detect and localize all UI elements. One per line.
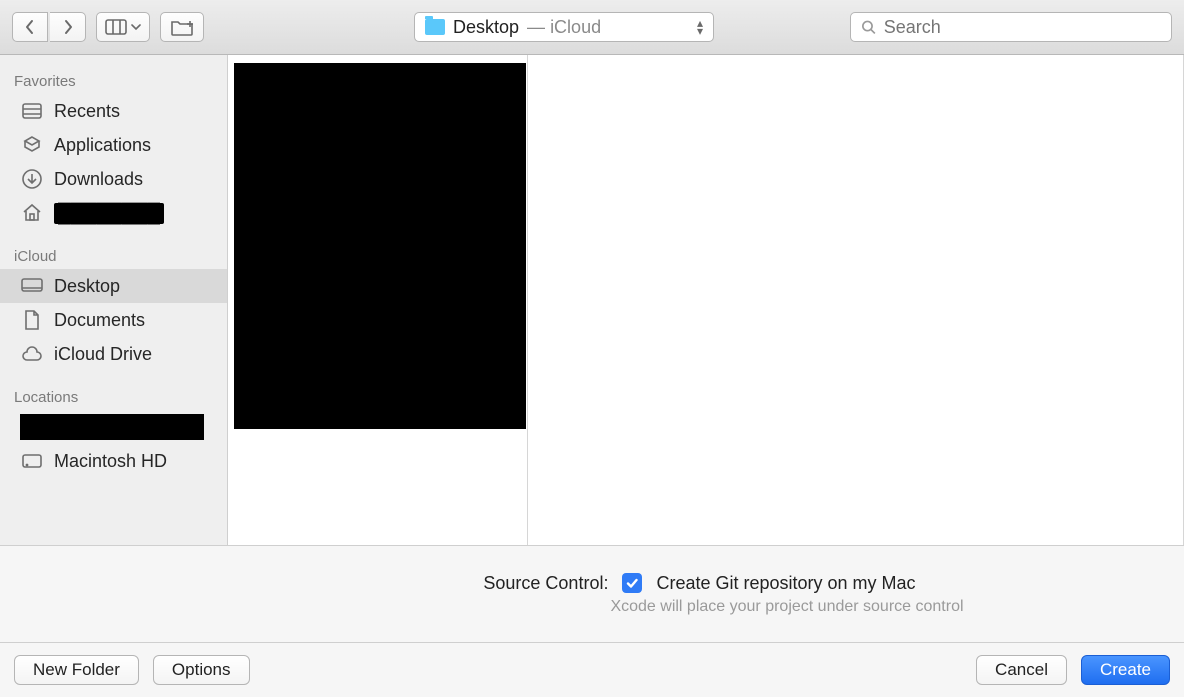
sidebar-item-macintosh-hd[interactable]: Macintosh HD xyxy=(0,444,227,478)
browser-column-2[interactable] xyxy=(528,55,1184,545)
columns-icon xyxy=(105,19,127,35)
applications-icon xyxy=(20,134,44,156)
cloud-icon xyxy=(20,343,44,365)
sidebar-item-label: Macintosh HD xyxy=(54,451,167,472)
body: Favorites Recents Applications Downloads… xyxy=(0,55,1184,545)
sidebar: Favorites Recents Applications Downloads… xyxy=(0,55,228,545)
sidebar-item-home[interactable]: ████████ xyxy=(0,196,227,230)
sidebar-item-desktop[interactable]: Desktop xyxy=(0,269,227,303)
document-icon xyxy=(20,309,44,331)
options-panel: Source Control: Create Git repository on… xyxy=(0,545,1184,642)
hdd-icon xyxy=(20,450,44,472)
desktop-icon xyxy=(20,275,44,297)
sidebar-item-label: Applications xyxy=(54,135,151,156)
folder-icon xyxy=(425,19,445,35)
git-subtext: Xcode will place your project under sour… xyxy=(610,598,963,616)
sidebar-section-favorites-title: Favorites xyxy=(0,67,227,94)
new-folder-button[interactable]: New Folder xyxy=(14,655,139,685)
chevron-left-icon xyxy=(24,19,36,35)
git-checkbox[interactable] xyxy=(622,573,642,593)
forward-button[interactable] xyxy=(50,12,86,42)
source-control-label: Source Control: xyxy=(268,573,608,594)
recents-icon xyxy=(20,100,44,122)
cancel-button[interactable]: Cancel xyxy=(976,655,1067,685)
sidebar-item-label: Desktop xyxy=(54,276,120,297)
footer: New Folder Options Cancel Create xyxy=(0,642,1184,697)
sidebar-item-label: Downloads xyxy=(54,169,143,190)
sidebar-item-icloud-drive[interactable]: iCloud Drive xyxy=(0,337,227,371)
redacted-content xyxy=(234,63,526,429)
sidebar-item-recents[interactable]: Recents xyxy=(0,94,227,128)
toolbar: Desktop — iCloud ▴▾ xyxy=(0,0,1184,55)
sidebar-item-downloads[interactable]: Downloads xyxy=(0,162,227,196)
git-checkbox-label[interactable]: Create Git repository on my Mac xyxy=(656,573,915,594)
sidebar-section-locations-title: Locations xyxy=(0,383,227,410)
search-icon xyxy=(861,19,876,35)
nav-buttons xyxy=(12,12,86,42)
file-browser xyxy=(228,55,1184,545)
search-input[interactable] xyxy=(884,17,1161,38)
back-button[interactable] xyxy=(12,12,48,42)
sidebar-item-label: iCloud Drive xyxy=(54,344,152,365)
view-mode-button[interactable] xyxy=(96,12,150,42)
house-icon xyxy=(20,202,44,224)
sidebar-item-label: Recents xyxy=(54,101,120,122)
chevron-right-icon xyxy=(62,19,74,35)
sidebar-item-label-redacted: ████████ xyxy=(54,203,164,224)
new-folder-toolbar-button[interactable] xyxy=(160,12,204,42)
sidebar-item-redacted[interactable] xyxy=(20,414,204,440)
path-location: — iCloud xyxy=(527,17,601,38)
check-icon xyxy=(625,576,639,590)
create-button[interactable]: Create xyxy=(1081,655,1170,685)
sidebar-item-documents[interactable]: Documents xyxy=(0,303,227,337)
chevron-down-icon xyxy=(131,23,141,31)
folder-plus-icon xyxy=(170,18,194,36)
sidebar-section-icloud-title: iCloud xyxy=(0,242,227,269)
browser-column-1[interactable] xyxy=(228,55,528,545)
options-button[interactable]: Options xyxy=(153,655,250,685)
path-name: Desktop xyxy=(453,17,519,38)
sidebar-item-label: Documents xyxy=(54,310,145,331)
sidebar-item-applications[interactable]: Applications xyxy=(0,128,227,162)
downloads-icon xyxy=(20,168,44,190)
updown-icon: ▴▾ xyxy=(697,19,703,35)
path-dropdown[interactable]: Desktop — iCloud ▴▾ xyxy=(414,12,714,42)
search-field[interactable] xyxy=(850,12,1172,42)
